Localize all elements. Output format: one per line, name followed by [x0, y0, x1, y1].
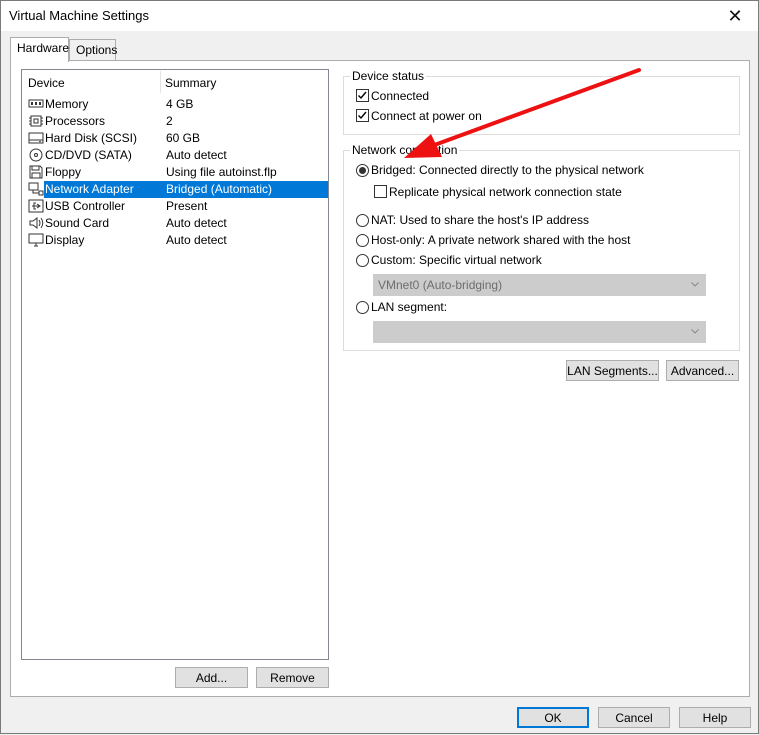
device-summary: 4 GB — [166, 97, 194, 111]
custom-network-combo[interactable]: VMnet0 (Auto-bridging) — [373, 274, 706, 296]
device-name: Hard Disk (SCSI) — [45, 131, 138, 145]
device-status-group: Device status — [343, 69, 740, 135]
column-header-summary[interactable]: Summary — [165, 76, 216, 90]
close-icon: ✕ — [727, 5, 743, 26]
custom-network-value: VMnet0 (Auto-bridging) — [378, 278, 503, 292]
check-icon — [358, 91, 367, 100]
device-name: Sound Card — [45, 216, 110, 230]
tab-options[interactable]: Options — [69, 39, 118, 61]
bridged-radio[interactable] — [356, 164, 369, 177]
add-button[interactable]: Add... — [175, 667, 248, 688]
cancel-button[interactable]: Cancel — [598, 707, 670, 728]
device-name: USB Controller — [45, 199, 126, 213]
check-icon — [358, 111, 367, 120]
floppy-icon — [29, 165, 43, 179]
device-list[interactable]: Device Summary Memory 4 GB Processors 2 … — [21, 69, 329, 660]
device-summary: Present — [166, 199, 208, 213]
nat-label[interactable]: NAT: Used to share the host's IP address — [371, 213, 589, 227]
column-header-device[interactable]: Device — [28, 76, 65, 90]
device-name: Processors — [45, 114, 106, 128]
advanced-button[interactable]: Advanced... — [666, 360, 739, 381]
host-only-radio[interactable] — [356, 234, 369, 247]
nat-radio[interactable] — [356, 214, 369, 227]
tab-hardware-label: Hardware — [17, 41, 70, 55]
chevron-down-icon — [691, 282, 699, 287]
hard-disk-icon — [28, 132, 44, 144]
device-row-usb-controller[interactable]: USB Controller Present — [26, 198, 328, 215]
remove-button[interactable]: Remove — [256, 667, 329, 688]
cpu-icon — [29, 115, 43, 127]
cd-dvd-icon — [29, 148, 43, 162]
chevron-down-icon — [691, 329, 699, 334]
memory-icon — [28, 99, 44, 108]
lan-segment-label[interactable]: LAN segment: — [371, 300, 447, 314]
lan-segment-radio[interactable] — [356, 301, 369, 314]
help-button[interactable]: Help — [679, 707, 751, 728]
tab-options-label: Options — [76, 43, 118, 57]
tab-hardware[interactable]: Hardware — [10, 37, 69, 62]
host-only-label[interactable]: Host-only: A private network shared with… — [371, 233, 630, 247]
device-summary: Using file autoinst.flp — [166, 165, 277, 179]
device-summary: 2 — [166, 114, 173, 128]
device-summary: Auto detect — [166, 216, 227, 230]
device-list-header: Device Summary — [22, 70, 328, 94]
device-name: Floppy — [45, 165, 82, 179]
custom-radio[interactable] — [356, 254, 369, 267]
device-row-display[interactable]: Display Auto detect — [26, 232, 328, 249]
device-summary: Auto detect — [166, 233, 227, 247]
ok-button[interactable]: OK — [517, 707, 589, 728]
device-name: Memory — [45, 97, 89, 111]
device-row-network-adapter[interactable]: Network Adapter Bridged (Automatic) — [26, 181, 328, 198]
network-connection-title: Network connection — [350, 143, 460, 157]
lan-segment-combo[interactable] — [373, 321, 706, 343]
vm-settings-window: Virtual Machine Settings ✕ Hardware Opti… — [0, 0, 759, 734]
device-name: CD/DVD (SATA) — [45, 148, 132, 162]
connected-label[interactable]: Connected — [371, 89, 429, 103]
title-bar: Virtual Machine Settings ✕ — [1, 1, 758, 31]
device-summary: 60 GB — [166, 131, 201, 145]
device-name: Display — [45, 233, 85, 247]
speaker-icon — [29, 217, 44, 229]
device-name: Network Adapter — [44, 181, 164, 198]
device-row-hard-disk[interactable]: Hard Disk (SCSI) 60 GB — [26, 130, 328, 147]
lan-segments-button[interactable]: LAN Segments... — [566, 360, 659, 381]
connect-at-power-on-checkbox[interactable] — [356, 109, 369, 122]
connected-checkbox[interactable] — [356, 89, 369, 102]
replicate-checkbox[interactable] — [374, 185, 387, 198]
custom-label[interactable]: Custom: Specific virtual network — [371, 253, 542, 267]
device-summary: Bridged (Automatic) — [164, 181, 328, 198]
device-row-sound-card[interactable]: Sound Card Auto detect — [26, 215, 328, 232]
device-summary: Auto detect — [166, 148, 227, 162]
network-adapter-icon — [28, 182, 44, 196]
close-button[interactable]: ✕ — [712, 1, 758, 31]
replicate-label[interactable]: Replicate physical network connection st… — [389, 185, 622, 199]
device-row-processors[interactable]: Processors 2 — [26, 113, 328, 130]
connect-at-power-on-label[interactable]: Connect at power on — [371, 109, 482, 123]
usb-icon — [28, 199, 44, 213]
monitor-icon — [28, 233, 44, 247]
bridged-label[interactable]: Bridged: Connected directly to the physi… — [371, 163, 644, 177]
window-title: Virtual Machine Settings — [9, 8, 149, 23]
device-row-floppy[interactable]: Floppy Using file autoinst.flp — [26, 164, 328, 181]
device-status-title: Device status — [350, 69, 427, 83]
device-row-memory[interactable]: Memory 4 GB — [26, 96, 328, 113]
device-row-cd-dvd[interactable]: CD/DVD (SATA) Auto detect — [26, 147, 328, 164]
